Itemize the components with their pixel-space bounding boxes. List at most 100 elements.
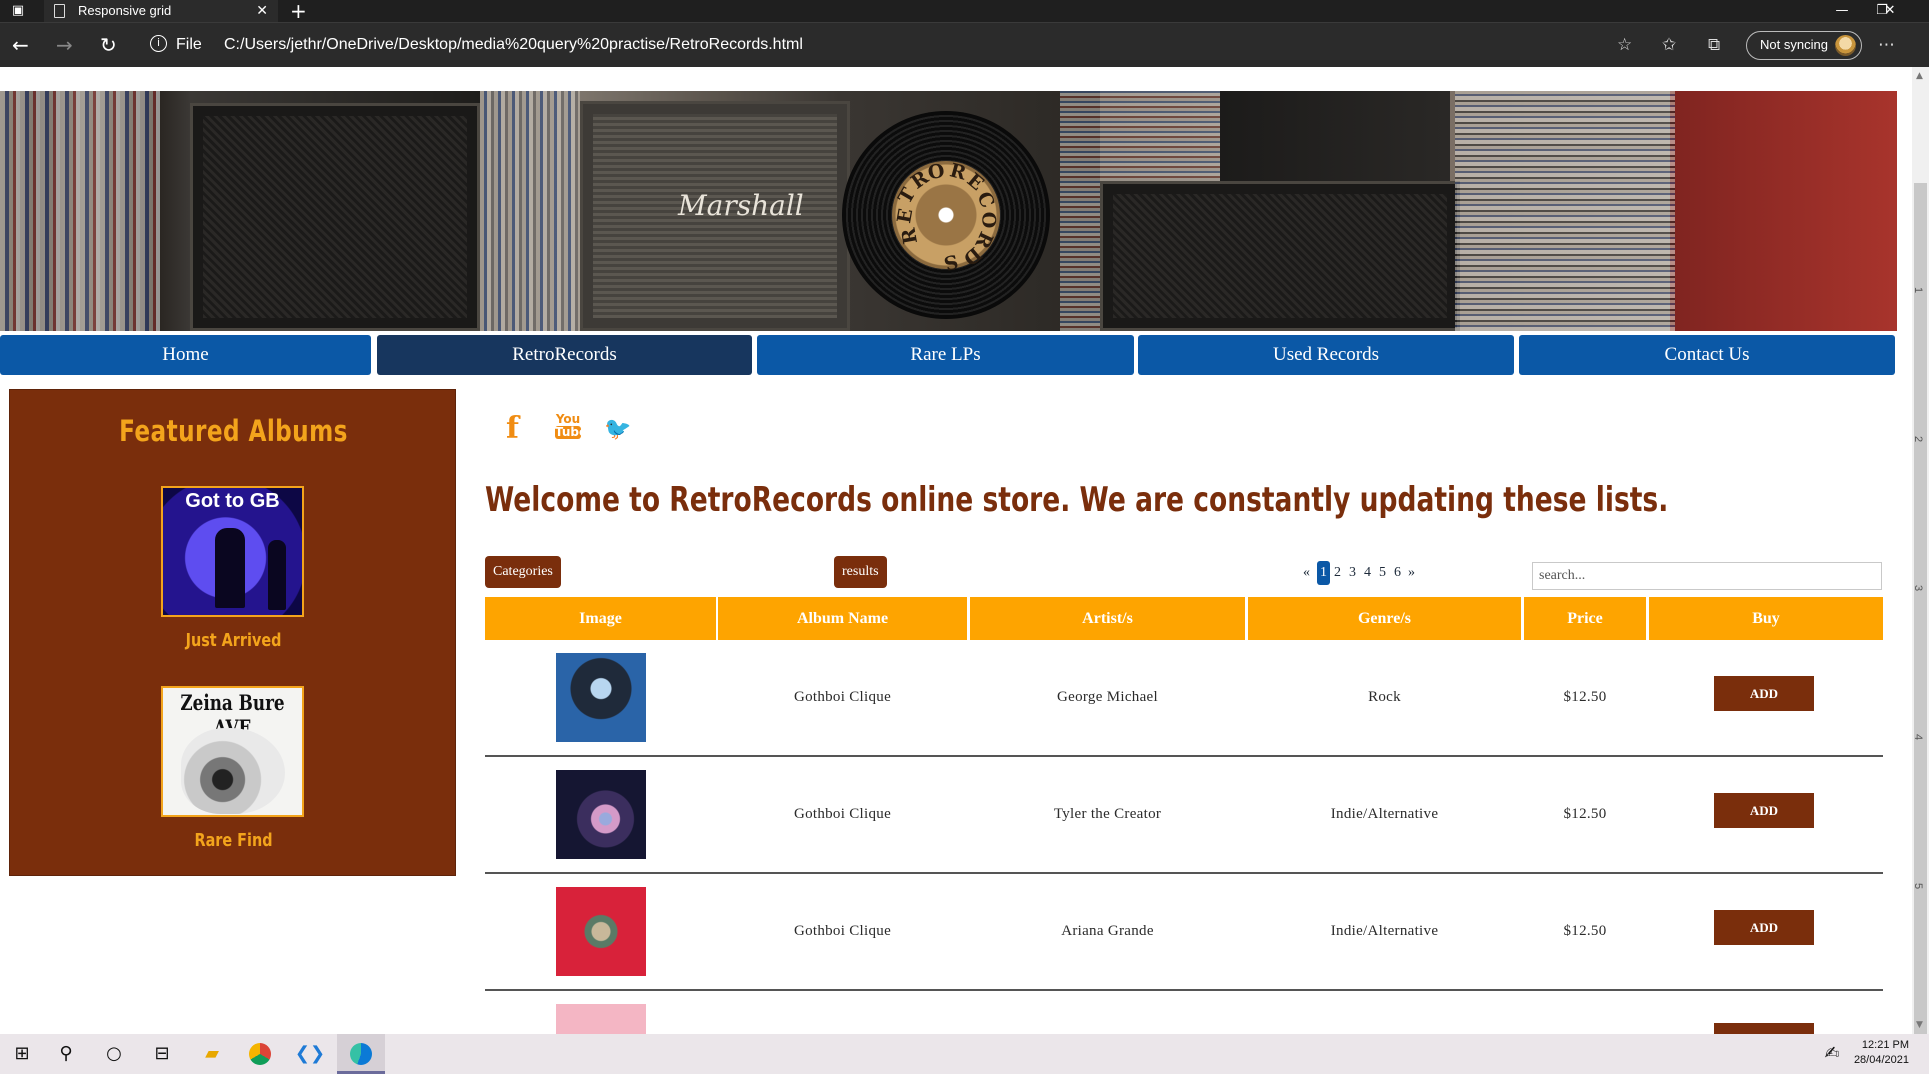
scroll-up-icon[interactable]: ▲ xyxy=(1916,71,1923,81)
page-icon xyxy=(54,4,65,18)
add-to-cart-button[interactable]: ADD xyxy=(1714,676,1814,711)
table-header: Image Album Name Artist/s Genre/s Price … xyxy=(485,597,1883,640)
ruler-mark: 5 xyxy=(1912,882,1925,890)
album-name: Gothboi Clique xyxy=(793,689,892,705)
profile-sync-button[interactable]: Not syncing xyxy=(1746,31,1862,60)
clock-date: 28/04/2021 xyxy=(1853,1054,1909,1066)
browser-tab[interactable]: Responsive grid ✕ xyxy=(44,0,278,22)
cortana-icon[interactable]: ○ xyxy=(92,1034,136,1074)
add-to-cart-button[interactable]: ADD xyxy=(1714,910,1814,945)
youtube-icon-bottom: Tube xyxy=(555,425,588,439)
retro-records-logo: R E T R O R E C O R D S xyxy=(846,115,1046,315)
album-cover-image[interactable] xyxy=(556,653,646,742)
site-info-icon[interactable]: i xyxy=(150,35,167,52)
ruler-mark: 2 xyxy=(1912,435,1925,443)
collections-icon[interactable]: ⧉ xyxy=(1708,23,1720,67)
avatar xyxy=(1835,35,1856,56)
price: $12.50 xyxy=(1563,806,1607,822)
artist-name: George Michael xyxy=(1057,689,1158,705)
featured-album-cover-2[interactable]: Zeina Bure AVE xyxy=(161,686,304,817)
page-3[interactable]: 3 xyxy=(1349,561,1356,585)
sync-label: Not syncing xyxy=(1760,37,1828,52)
featured-albums-title: Featured Albums xyxy=(119,414,348,448)
featured-album-cover-1[interactable]: Got to GB xyxy=(161,486,304,617)
featured-album-caption-2: Rare Find xyxy=(194,830,273,851)
system-clock[interactable]: 12:21 PM 28/04/2021 xyxy=(1854,1038,1909,1068)
page-prev[interactable]: « xyxy=(1303,561,1310,585)
scroll-down-icon[interactable]: ▼ xyxy=(1916,1020,1923,1030)
close-window-button[interactable]: ✕ xyxy=(1870,0,1910,22)
add-to-cart-button[interactable] xyxy=(1714,1023,1814,1034)
table-row: Gothboi Clique Tyler the Creator Indie/A… xyxy=(485,757,1883,874)
favorites-icon[interactable]: ✩ xyxy=(1662,23,1676,67)
add-to-cart-button[interactable]: ADD xyxy=(1714,793,1814,828)
marshall-logo: Marshall xyxy=(678,189,804,222)
refresh-icon[interactable]: ↻ xyxy=(100,23,117,67)
tab-close-icon[interactable]: ✕ xyxy=(256,0,268,22)
speaker-amp xyxy=(190,103,480,331)
file-explorer-icon[interactable]: ▰ xyxy=(190,1034,234,1074)
edge-icon[interactable] xyxy=(337,1034,385,1074)
album-cover-text: Got to GB xyxy=(185,490,280,512)
genre: Rock xyxy=(1368,689,1401,705)
minimize-button[interactable]: — xyxy=(1822,0,1862,22)
facebook-icon[interactable]: f xyxy=(506,411,519,446)
page-next[interactable]: » xyxy=(1408,561,1415,585)
page-1[interactable]: 1 xyxy=(1317,561,1330,585)
logo-label: R E T R O R E C O R D S xyxy=(892,159,1000,274)
page-4[interactable]: 4 xyxy=(1364,561,1371,585)
add-favorite-icon[interactable]: ☆ xyxy=(1617,23,1632,67)
cassette-shelf xyxy=(480,91,580,331)
address-input[interactable]: C:/Users/jethr/OneDrive/Desktop/media%20… xyxy=(224,23,803,67)
ruler-mark: 3 xyxy=(1912,584,1925,592)
nav-rare-lps[interactable]: Rare LPs xyxy=(757,335,1134,375)
album-cover-image[interactable] xyxy=(556,887,646,976)
nav-retrorecords[interactable]: RetroRecords xyxy=(377,335,752,375)
search-icon[interactable]: ⚲ xyxy=(44,1034,88,1074)
back-icon[interactable]: ← xyxy=(12,23,29,67)
page-6[interactable]: 6 xyxy=(1394,561,1401,585)
pen-icon[interactable]: ✍ xyxy=(1810,1034,1854,1074)
album-name: Gothboi Clique xyxy=(793,806,892,822)
windows-icon[interactable]: ⊞ xyxy=(0,1034,44,1074)
results-button[interactable]: results xyxy=(834,556,887,588)
search-input[interactable]: search... xyxy=(1532,562,1882,590)
cassette-shelf xyxy=(0,91,160,331)
chrome-icon[interactable] xyxy=(238,1034,282,1074)
task-view-icon[interactable]: ⊟ xyxy=(140,1034,184,1074)
more-menu-icon[interactable]: ⋯ xyxy=(1878,23,1895,67)
nav-used-records[interactable]: Used Records xyxy=(1138,335,1514,375)
new-tab-button[interactable]: + xyxy=(290,0,307,22)
twitter-icon[interactable]: 🐦 xyxy=(604,417,631,442)
ruler-mark: 1 xyxy=(1912,286,1925,294)
nav-home[interactable]: Home xyxy=(0,335,371,375)
header-album-name: Album Name xyxy=(718,597,967,640)
youtube-icon[interactable]: You Tube xyxy=(555,413,588,439)
album-cover-image[interactable] xyxy=(556,770,646,859)
forward-icon[interactable]: → xyxy=(56,23,73,67)
page-viewport: Marshall R E T R O R E C O R D S Home Re… xyxy=(0,67,1912,1034)
welcome-heading: Welcome to RetroRecords online store. We… xyxy=(485,480,1669,520)
table-row: Gothboi Clique George Michael Rock $12.5… xyxy=(485,640,1883,757)
genre: Indie/Alternative xyxy=(1330,806,1439,822)
categories-button[interactable]: Categories xyxy=(485,556,561,588)
windows-taskbar: ⊞ ⚲ ○ ⊟ ▰ ❮❯ ✍ 12:21 PM 28/04/2021 xyxy=(0,1034,1929,1074)
table-row: Gothboi Clique Ariana Grande Indie/Alter… xyxy=(485,874,1883,991)
table-row xyxy=(485,991,1883,1034)
artist-name: Ariana Grande xyxy=(1061,923,1154,939)
album-cover-image[interactable] xyxy=(556,1004,646,1034)
page-5[interactable]: 5 xyxy=(1379,561,1386,585)
header-buy: Buy xyxy=(1649,597,1883,640)
nav-contact-us[interactable]: Contact Us xyxy=(1519,335,1895,375)
vscode-icon[interactable]: ❮❯ xyxy=(288,1034,332,1074)
header-genres: Genre/s xyxy=(1248,597,1521,640)
speaker-cabinet xyxy=(1100,181,1460,331)
album-name: Gothboi Clique xyxy=(793,923,892,939)
window-menu-icon[interactable]: ▣ xyxy=(8,0,28,22)
featured-albums-sidebar: Featured Albums Got to GB Just Arrived Z… xyxy=(9,389,456,876)
main-nav: Home RetroRecords Rare LPs Used Records … xyxy=(0,335,1897,375)
page-2[interactable]: 2 xyxy=(1334,561,1341,585)
header-image: Image xyxy=(485,597,716,640)
side-ruler: 1 2 3 4 5 xyxy=(1912,250,1929,1010)
address-bar-row: ← → ↻ i File C:/Users/jethr/OneDrive/Des… xyxy=(0,22,1929,67)
